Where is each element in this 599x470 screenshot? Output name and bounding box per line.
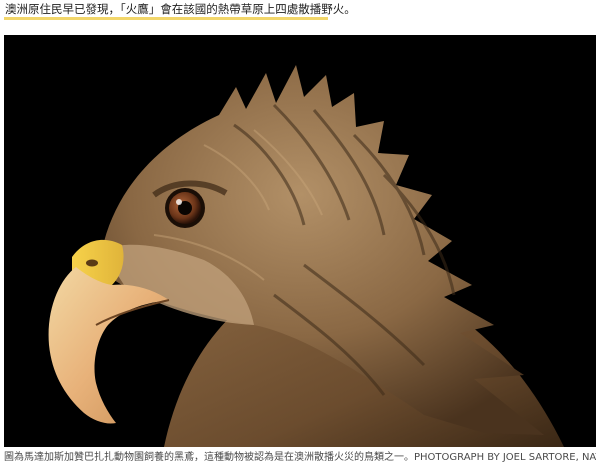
article-text-headline: 澳洲原住民早已發現，「火鷹」會在該國的熱帶草原上四處散播野火。 [5, 2, 356, 16]
eagle-photo [4, 35, 596, 447]
headline-highlight [4, 17, 328, 20]
eagle-illustration [4, 35, 596, 447]
photo-caption: 圖為馬達加斯加贊巴扎扎動物園飼養的黑鳶，這種動物被認為是在澳洲散播火災的鳥類之一… [4, 452, 596, 463]
